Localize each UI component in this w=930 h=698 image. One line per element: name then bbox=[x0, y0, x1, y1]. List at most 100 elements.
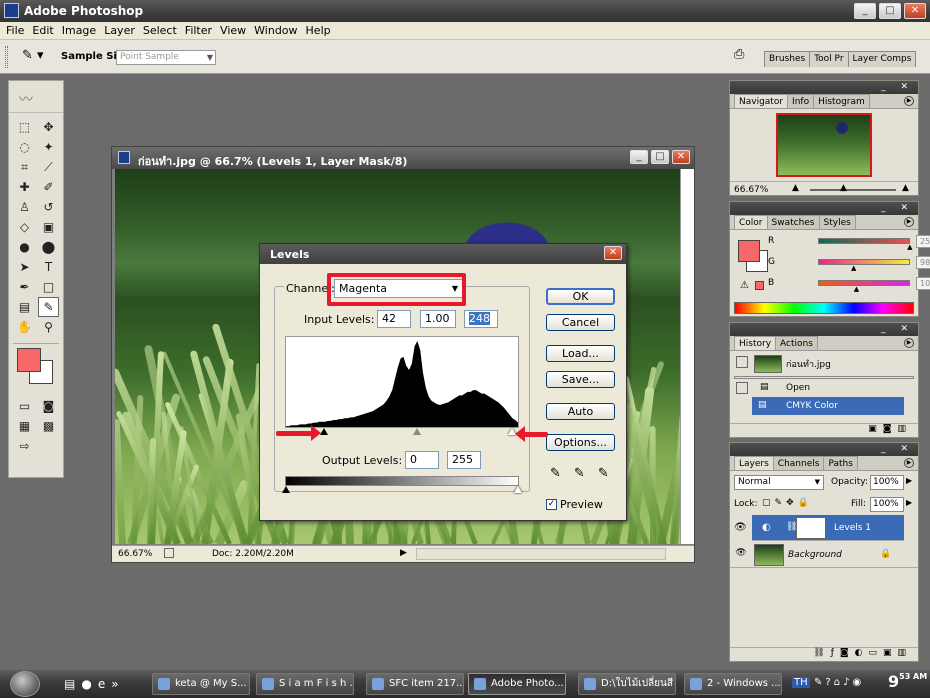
gamut-warning-icon[interactable]: ⚠ bbox=[740, 280, 749, 291]
document-title-bar[interactable]: ก่อนทำ.jpg @ 66.7% (Levels 1, Layer Mask… bbox=[112, 147, 694, 169]
minimize-button[interactable]: _ bbox=[854, 3, 876, 19]
navigator-zoom[interactable]: 66.67% bbox=[734, 185, 768, 195]
color-fg-swatch[interactable] bbox=[738, 240, 760, 262]
pen-tool-icon[interactable]: ✒ bbox=[14, 277, 35, 297]
taskbar-button[interactable]: S i a m F i s h ... bbox=[256, 673, 354, 695]
close-button[interactable]: ✕ bbox=[904, 3, 926, 19]
quick-launch-ie-icon[interactable]: e bbox=[98, 677, 105, 691]
notes-tool-icon[interactable]: ▤ bbox=[14, 297, 35, 317]
hand-tool-icon[interactable]: ✋ bbox=[14, 317, 35, 337]
history-source-box[interactable] bbox=[736, 382, 748, 394]
history-brush-tool-icon[interactable]: ↺ bbox=[38, 197, 59, 217]
input-black-field[interactable]: 42 bbox=[377, 310, 411, 328]
panel-menu-icon[interactable]: ▶ bbox=[904, 217, 914, 227]
zoom-slider[interactable] bbox=[810, 189, 896, 191]
output-black-slider[interactable] bbox=[282, 486, 290, 493]
preview-checkbox[interactable]: ✓ Preview bbox=[546, 498, 603, 511]
color-spectrum-bar[interactable] bbox=[734, 302, 914, 314]
tab-histogram[interactable]: Histogram bbox=[813, 94, 870, 108]
panel-header[interactable]: _ ✕ bbox=[730, 202, 918, 215]
lasso-tool-icon[interactable]: ◌ bbox=[14, 137, 35, 157]
menu-file[interactable]: File bbox=[2, 24, 28, 37]
tray-app-icon[interactable]: ◉ bbox=[852, 677, 864, 688]
options-button[interactable]: Options... bbox=[546, 434, 615, 451]
taskbar-button[interactable]: SFC item 217... bbox=[366, 673, 464, 695]
eye-icon[interactable]: 👁 bbox=[733, 548, 749, 562]
crop-tool-icon[interactable]: ⌗ bbox=[14, 157, 35, 177]
doc-close-button[interactable]: ✕ bbox=[672, 150, 690, 164]
zoom-tool-icon[interactable]: ⚲ bbox=[38, 317, 59, 337]
opacity-field[interactable]: 100% bbox=[870, 475, 904, 490]
horizontal-scrollbar[interactable] bbox=[416, 548, 666, 560]
navigator-thumbnail[interactable] bbox=[776, 113, 872, 177]
status-menu-arrow-icon[interactable]: ▶ bbox=[400, 548, 407, 558]
gray-eyedropper-icon[interactable]: ✎ bbox=[574, 466, 585, 481]
tab-styles[interactable]: Styles bbox=[818, 215, 856, 229]
blend-mode-select[interactable]: Normal ▼ bbox=[734, 475, 824, 490]
snapshot-icon[interactable]: ◙ bbox=[883, 424, 898, 434]
trash-icon[interactable]: ▥ bbox=[897, 648, 912, 658]
taskbar-button[interactable]: D:\ใบไม้เปลี่ยนสี bbox=[578, 673, 676, 695]
white-eyedropper-icon[interactable]: ✎ bbox=[598, 466, 609, 481]
ok-button[interactable]: OK bbox=[546, 288, 615, 305]
levels-title-bar[interactable]: Levels ✕ bbox=[260, 244, 626, 264]
gradient-tool-icon[interactable]: ▣ bbox=[38, 217, 59, 237]
history-snapshot[interactable]: ก่อนทำ.jpg bbox=[730, 353, 918, 375]
panel-menu-icon[interactable]: ▶ bbox=[904, 96, 914, 106]
tray-help-icon[interactable]: ? bbox=[825, 677, 833, 688]
quick-launch-firefox-icon[interactable]: ● bbox=[81, 677, 91, 691]
lock-transparent-icon[interactable]: ▢ bbox=[762, 498, 775, 508]
channel-slider-thumb-icon[interactable]: ▲ bbox=[851, 264, 856, 272]
eyedropper-tool-icon[interactable]: ✎ bbox=[38, 297, 59, 317]
foreground-color-swatch[interactable] bbox=[17, 348, 41, 372]
start-button[interactable] bbox=[10, 671, 40, 697]
status-icon[interactable] bbox=[164, 548, 174, 558]
input-white-field[interactable]: 248 bbox=[464, 310, 498, 328]
channel-slider-bar[interactable] bbox=[818, 259, 910, 265]
quick-mask-mode-icon[interactable]: ◙ bbox=[38, 396, 59, 416]
clock[interactable]: 953 AM bbox=[888, 672, 927, 691]
panel-header[interactable]: _ ✕ bbox=[730, 323, 918, 336]
blur-tool-icon[interactable]: ● bbox=[14, 237, 35, 257]
tab-channels[interactable]: Channels bbox=[772, 456, 825, 470]
cancel-button[interactable]: Cancel bbox=[546, 314, 615, 331]
new-layer-icon[interactable]: ▣ bbox=[883, 648, 898, 658]
layer-mask-thumbnail[interactable] bbox=[796, 517, 826, 539]
menu-view[interactable]: View bbox=[216, 24, 250, 37]
channel-slider-bar[interactable] bbox=[818, 238, 910, 244]
tab-color[interactable]: Color bbox=[734, 215, 768, 229]
eyedropper-icon[interactable]: ✎ ▾ bbox=[22, 48, 46, 66]
zoom-in-icon[interactable]: ▲ bbox=[902, 183, 909, 193]
new-document-icon[interactable]: ▣ bbox=[868, 424, 883, 434]
eye-icon[interactable]: 👁 bbox=[734, 522, 747, 533]
menu-window[interactable]: Window bbox=[250, 24, 301, 37]
doc-maximize-button[interactable]: □ bbox=[651, 150, 669, 164]
menu-image[interactable]: Image bbox=[58, 24, 100, 37]
layer-row-background[interactable]: 👁 Background 🔒 bbox=[730, 542, 918, 568]
doc-minimize-button[interactable]: _ bbox=[630, 150, 648, 164]
levels-close-button[interactable]: ✕ bbox=[604, 246, 622, 260]
jump-to-imageready-icon[interactable]: ⇨ bbox=[14, 436, 35, 456]
eraser-tool-icon[interactable]: ◇ bbox=[14, 217, 35, 237]
lock-image-icon[interactable]: ✎ bbox=[775, 498, 787, 508]
channel-slider-bar[interactable] bbox=[818, 280, 910, 286]
language-indicator[interactable]: TH bbox=[792, 677, 810, 688]
zoom-slider-thumb-icon[interactable]: ▲ bbox=[840, 183, 847, 193]
input-gamma-slider[interactable] bbox=[413, 428, 421, 435]
tab-paths[interactable]: Paths bbox=[823, 456, 858, 470]
tab-actions[interactable]: Actions bbox=[775, 336, 818, 350]
screen-mode-icon[interactable]: ▦ bbox=[14, 416, 35, 436]
channel-slider-thumb-icon[interactable]: ▲ bbox=[854, 285, 859, 293]
link-layers-icon[interactable]: ⛓ bbox=[813, 648, 830, 658]
quick-launch-editor-icon[interactable]: ▤ bbox=[64, 677, 75, 691]
input-black-slider[interactable] bbox=[320, 428, 328, 435]
menu-select[interactable]: Select bbox=[139, 24, 181, 37]
history-state-open[interactable]: ▤ Open bbox=[730, 379, 918, 397]
full-screen-mode-icon[interactable]: ▩ bbox=[38, 416, 59, 436]
standard-mode-icon[interactable]: ▭ bbox=[14, 396, 35, 416]
panel-header[interactable]: _ ✕ bbox=[730, 81, 918, 94]
black-eyedropper-icon[interactable]: ✎ bbox=[550, 466, 561, 481]
marquee-tool-icon[interactable]: ⬚ bbox=[14, 117, 35, 137]
menu-layer[interactable]: Layer bbox=[100, 24, 139, 37]
input-gamma-field[interactable]: 1.00 bbox=[420, 310, 456, 328]
